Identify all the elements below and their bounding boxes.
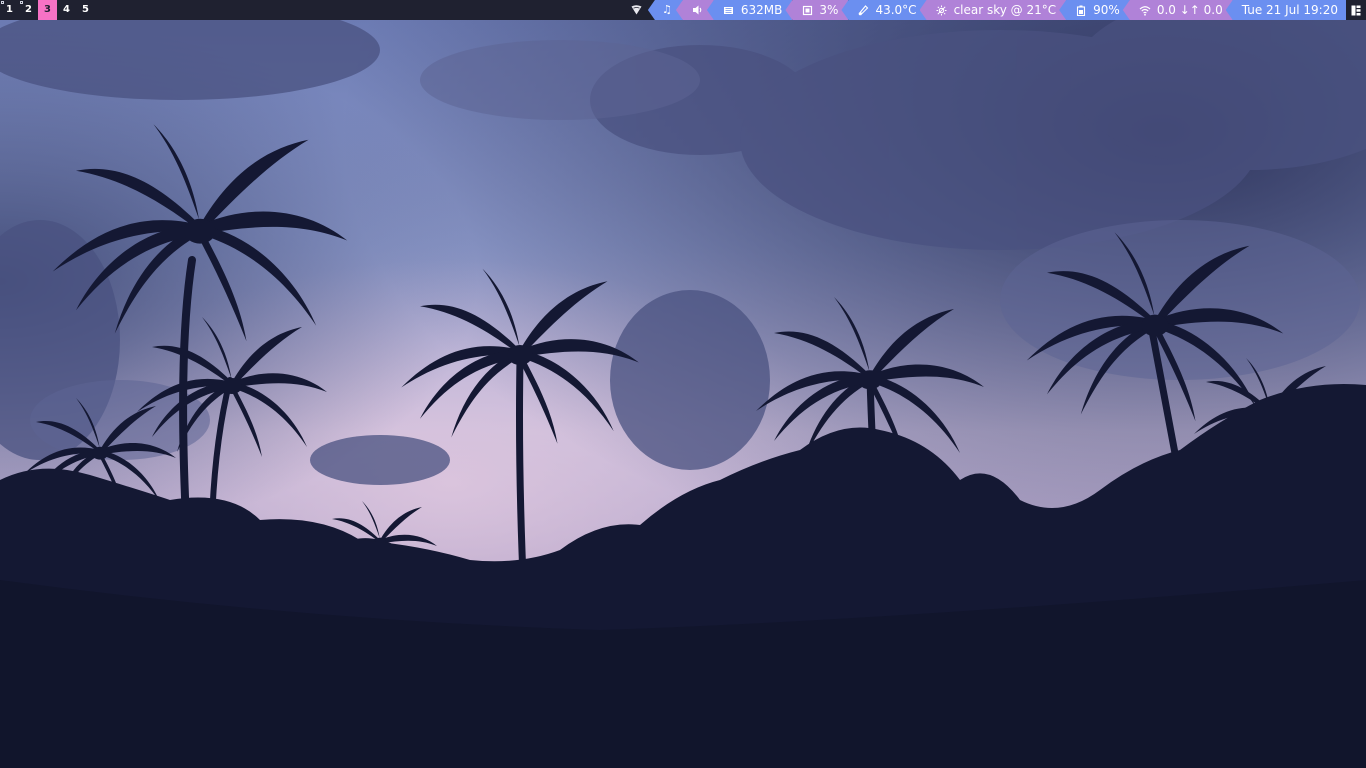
cpu-value: 3% [819, 3, 839, 17]
memory-icon [723, 4, 735, 16]
status-widgets: ♫ 632MB 3% 43.0°C clear sky @ 21°C 90% 0… [647, 0, 1346, 20]
tag-3[interactable]: 3 [38, 0, 57, 20]
temperature-value: 43.0°C [875, 3, 917, 17]
layout-button[interactable] [1346, 0, 1366, 20]
clock-value: Tue 21 Jul 19:20 [1241, 3, 1338, 17]
network-value: 0.0 ↓↑ 0.0 [1156, 3, 1223, 17]
bar-spacer [95, 0, 626, 20]
battery-icon [1075, 4, 1087, 16]
wifi-icon [1139, 4, 1151, 16]
network-manager-icon[interactable] [631, 5, 642, 15]
temperature-widget[interactable]: 43.0°C [841, 0, 927, 20]
music-note-icon: ♫ [661, 3, 672, 16]
battery-value: 90% [1093, 3, 1120, 17]
clock-widget[interactable]: Tue 21 Jul 19:20 [1225, 0, 1346, 20]
network-widget[interactable]: 0.0 ↓↑ 0.0 [1122, 0, 1233, 20]
tag-label: 2 [25, 4, 32, 15]
tag-label: 5 [82, 4, 89, 15]
tag-list: 1 2 3 4 5 [0, 0, 95, 20]
speaker-icon [692, 4, 704, 16]
thermometer-icon [857, 4, 869, 16]
tag-label: 4 [63, 4, 70, 15]
weather-value: clear sky @ 21°C [953, 3, 1057, 17]
systray[interactable] [626, 0, 648, 20]
occupied-indicator [20, 1, 23, 4]
tag-label: 1 [6, 4, 13, 15]
tile-layout-icon [1351, 5, 1361, 15]
desktop-wallpaper [0, 20, 1366, 768]
cpu-widget[interactable]: 3% [785, 0, 849, 20]
tag-4[interactable]: 4 [57, 0, 76, 20]
occupied-indicator [1, 1, 4, 4]
cpu-icon [801, 4, 813, 16]
weather-widget[interactable]: clear sky @ 21°C [919, 0, 1067, 20]
top-bar: 1 2 3 4 5 ♫ 632MB 3% 43.0°C clear sky @ … [0, 0, 1366, 20]
memory-widget[interactable]: 632MB [706, 0, 793, 20]
weather-icon [936, 4, 948, 16]
battery-widget[interactable]: 90% [1059, 0, 1130, 20]
tag-5[interactable]: 5 [76, 0, 95, 20]
tag-1[interactable]: 1 [0, 0, 19, 20]
memory-value: 632MB [740, 3, 783, 17]
tag-label: 3 [44, 4, 51, 15]
tag-2[interactable]: 2 [19, 0, 38, 20]
